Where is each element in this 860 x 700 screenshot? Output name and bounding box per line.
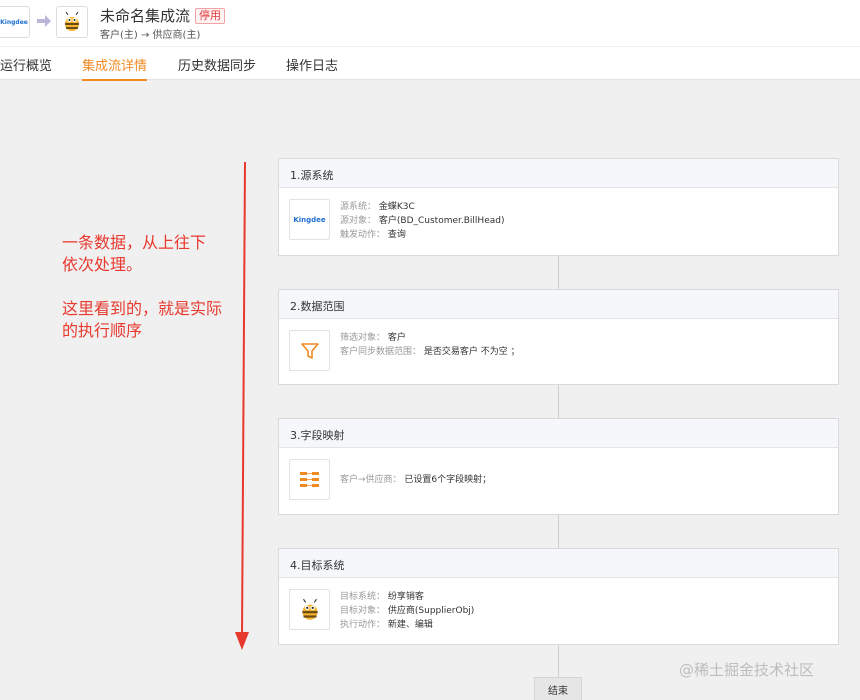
detail-label: 执行动作： (340, 620, 386, 630)
step-card-field-mapping[interactable]: 3.字段映射 客户→供应商： 已设置6个字段映射； (278, 418, 839, 515)
card-details: 目标系统： 纷享销客 目标对象： 供应商(SupplierObj) 执行动作： … (340, 590, 474, 632)
bee-logo-icon (289, 589, 330, 630)
detail-label: 源对象： (340, 216, 377, 226)
detail-label: 筛选对象： (340, 333, 386, 343)
detail-label: 目标系统： (340, 592, 386, 602)
card-details: 客户→供应商： 已设置6个字段映射； (340, 473, 491, 487)
card-title: 2.数据范围 (279, 290, 838, 319)
detail-value: 供应商(SupplierObj) (387, 606, 475, 616)
detail-label: 客户同步数据范围： (340, 347, 422, 357)
card-title: 3.字段映射 (279, 419, 838, 448)
connector-line (558, 385, 559, 418)
field-mapping-icon (289, 459, 330, 500)
detail-value: 是否交易客户 不为空 ； (423, 347, 520, 357)
detail-value: 客户 (387, 333, 406, 343)
detail-label: 源系统： (340, 202, 377, 212)
detail-value: 新建、编辑 (387, 620, 433, 630)
connector-line (558, 645, 559, 677)
detail-value: 金蝶K3C (378, 202, 415, 212)
detail-value: 客户(BD_Customer.BillHead) (378, 216, 505, 226)
detail-value: 已设置6个字段映射； (404, 475, 492, 485)
watermark-text: @稀土掘金技术社区 (679, 661, 815, 679)
card-title: 1.源系统 (279, 159, 838, 188)
detail-label: 目标对象： (340, 606, 386, 616)
connector-line (558, 256, 559, 289)
card-title: 4.目标系统 (279, 549, 838, 578)
detail-value: 查询 (387, 230, 406, 240)
card-details: 源系统： 金蝶K3C 源对象： 客户(BD_Customer.BillHead)… (340, 200, 504, 242)
detail-label: 触发动作： (340, 230, 386, 240)
filter-icon (289, 330, 330, 371)
step-card-data-range[interactable]: 2.数据范围 筛选对象： 客户 客户同步数据范围： 是否交易客户 不为空 ； (278, 289, 839, 385)
kingdee-logo-icon: Kingdee (289, 199, 330, 240)
step-card-source[interactable]: 1.源系统 Kingdee 源系统： 金蝶K3C 源对象： 客户(BD_Cust… (278, 158, 839, 256)
detail-label: 客户→供应商： (340, 475, 402, 485)
step-card-target[interactable]: 4.目标系统 目标系统： 纷享销客 目标对象： 供应商(SupplierObj)… (278, 548, 839, 645)
detail-value: 纷享销客 (387, 592, 424, 602)
connector-line (558, 515, 559, 548)
kingdee-logo-text: Kingdee (293, 215, 326, 224)
card-details: 筛选对象： 客户 客户同步数据范围： 是否交易客户 不为空 ； (340, 331, 520, 359)
end-button[interactable]: 结束 (534, 677, 582, 700)
